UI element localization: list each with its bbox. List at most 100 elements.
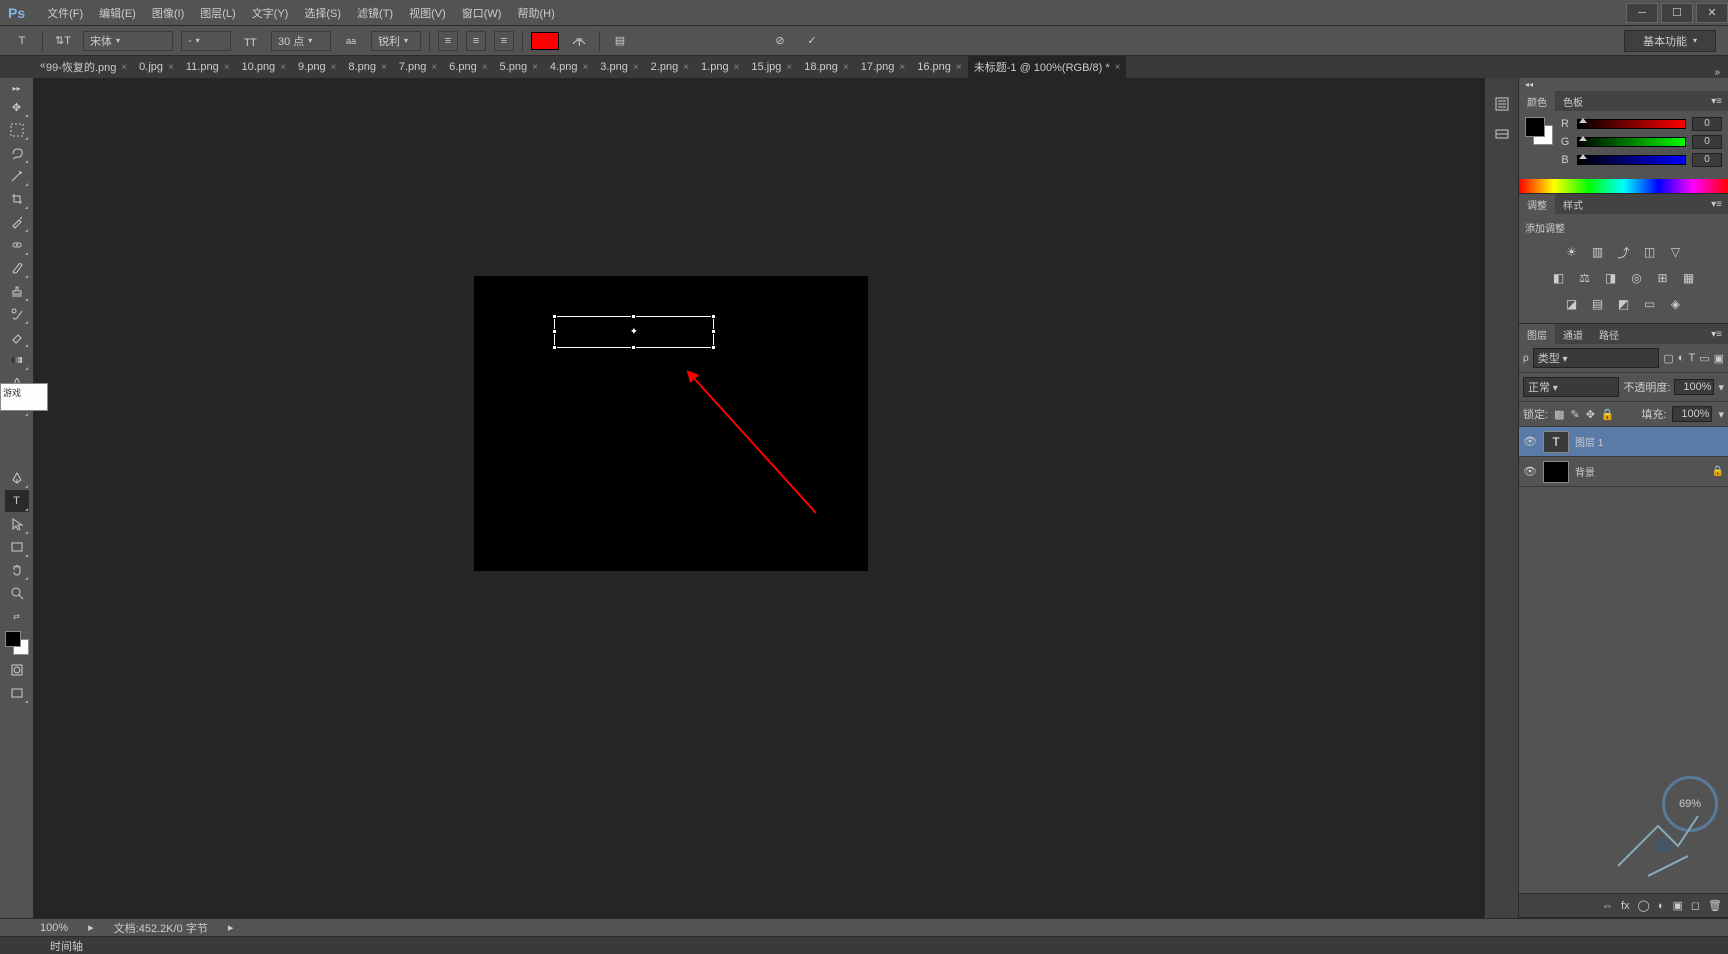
mixer-icon[interactable]: ⊞ — [1654, 269, 1672, 287]
threshold-icon[interactable]: ◩ — [1615, 295, 1633, 313]
fill-flyout[interactable]: ▾ — [1718, 408, 1724, 421]
handle-top-center[interactable] — [631, 314, 636, 319]
layer-item[interactable]: 👁T图层 1 — [1519, 427, 1728, 457]
blend-mode-select[interactable]: 正常 ▾ — [1523, 377, 1619, 397]
tab-close-icon[interactable]: × — [532, 62, 538, 73]
r-slider[interactable] — [1577, 119, 1686, 129]
b-value[interactable]: 0 — [1692, 153, 1722, 167]
menu-image[interactable]: 图像(I) — [144, 5, 192, 21]
minimize-button[interactable]: ─ — [1626, 3, 1658, 23]
screenmode-tool[interactable] — [5, 682, 29, 704]
document-tab[interactable]: 8.png× — [342, 56, 392, 78]
gradient-tool[interactable] — [5, 349, 29, 371]
document-tab[interactable]: 11.png× — [180, 56, 236, 78]
shape-tool[interactable] — [5, 536, 29, 558]
document-tab[interactable]: 17.png× — [855, 56, 912, 78]
filter-type-icon[interactable]: T — [1688, 352, 1695, 364]
tab-channels[interactable]: 通道 — [1555, 324, 1591, 345]
tool-swap-icon[interactable]: ⇄ — [5, 605, 29, 627]
filter-image-icon[interactable]: ▢ — [1663, 352, 1673, 365]
fill-input[interactable]: 100% — [1672, 406, 1712, 422]
toolbox-collapse[interactable]: ▸▸ — [0, 82, 33, 95]
zoom-level[interactable]: 100% — [40, 922, 68, 934]
menu-select[interactable]: 选择(S) — [296, 5, 349, 21]
document-tab[interactable]: 18.png× — [798, 56, 855, 78]
tab-adjustments[interactable]: 调整 — [1519, 194, 1555, 215]
tab-close-icon[interactable]: × — [956, 62, 962, 73]
wand-tool[interactable] — [5, 165, 29, 187]
tab-close-icon[interactable]: × — [786, 62, 792, 73]
font-family-select[interactable]: 宋体▾ — [83, 31, 173, 51]
properties-panel-icon[interactable] — [1490, 122, 1514, 146]
tab-close-icon[interactable]: × — [121, 62, 127, 73]
lookup-icon[interactable]: ▦ — [1680, 269, 1698, 287]
align-center-button[interactable]: ≡ — [466, 31, 486, 51]
selective-icon[interactable]: ◈ — [1667, 295, 1685, 313]
character-panel-icon[interactable]: ▤ — [608, 29, 632, 53]
cancel-icon[interactable]: ⊘ — [768, 29, 792, 53]
history-brush-tool[interactable] — [5, 303, 29, 325]
canvas-area[interactable]: ✦ — [34, 78, 1484, 918]
panels-collapse[interactable]: ◂◂ — [1519, 78, 1728, 91]
eyedropper-tool[interactable] — [5, 211, 29, 233]
brightness-icon[interactable]: ☀ — [1563, 243, 1581, 261]
commit-icon[interactable]: ✓ — [800, 29, 824, 53]
color-preview[interactable] — [1525, 117, 1553, 145]
font-style-select[interactable]: -▾ — [181, 31, 231, 51]
doc-info-flyout[interactable]: ▸ — [228, 921, 234, 934]
menu-view[interactable]: 视图(V) — [401, 5, 454, 21]
handle-bottom-left[interactable] — [552, 345, 557, 350]
eraser-tool[interactable] — [5, 326, 29, 348]
history-panel-icon[interactable] — [1490, 92, 1514, 116]
pen-tool[interactable] — [5, 467, 29, 489]
tab-close-icon[interactable]: × — [224, 62, 230, 73]
menu-layer[interactable]: 图层(L) — [192, 5, 243, 21]
tab-close-icon[interactable]: × — [843, 62, 849, 73]
new-layer-icon[interactable]: ◻ — [1691, 899, 1700, 912]
tab-layers[interactable]: 图层 — [1519, 324, 1555, 345]
tab-close-icon[interactable]: × — [899, 62, 905, 73]
document-tab[interactable]: 15.jpg× — [745, 56, 798, 78]
handle-bottom-right[interactable] — [711, 345, 716, 350]
healing-tool[interactable] — [5, 234, 29, 256]
align-left-button[interactable]: ≡ — [438, 31, 458, 51]
tab-close-icon[interactable]: × — [381, 62, 387, 73]
document-tab[interactable]: 3.png× — [594, 56, 644, 78]
layer-name[interactable]: 背景 — [1575, 464, 1595, 479]
tab-paths[interactable]: 路径 — [1591, 324, 1627, 345]
tab-color[interactable]: 颜色 — [1519, 91, 1555, 112]
document-tab[interactable]: 4.png× — [544, 56, 594, 78]
filter-shape-icon[interactable]: ▭ — [1699, 352, 1709, 365]
gradient-map-icon[interactable]: ▭ — [1641, 295, 1659, 313]
tab-close-icon[interactable]: × — [431, 62, 437, 73]
brush-tool[interactable] — [5, 257, 29, 279]
posterize-icon[interactable]: ▤ — [1589, 295, 1607, 313]
layer-fx-icon[interactable]: fx — [1621, 900, 1630, 912]
invert-icon[interactable]: ◪ — [1563, 295, 1581, 313]
curves-icon[interactable]: ⤴ — [1615, 243, 1633, 261]
tab-close-icon[interactable]: × — [168, 62, 174, 73]
filter-smart-icon[interactable]: ▣ — [1714, 352, 1724, 365]
text-color-swatch[interactable] — [531, 32, 559, 50]
timeline-bar[interactable]: 时间轴 — [0, 936, 1728, 954]
vibrance-icon[interactable]: ▽ — [1667, 243, 1685, 261]
tab-close-icon[interactable]: × — [482, 62, 488, 73]
document-tab[interactable]: 未标题-1 @ 100%(RGB/8) *× — [968, 56, 1127, 78]
document-tab[interactable]: 5.png× — [494, 56, 544, 78]
tab-close-icon[interactable]: × — [582, 62, 588, 73]
adjustments-panel-menu[interactable]: ▾≡ — [1705, 199, 1728, 210]
lock-all-icon[interactable]: 🔒 — [1601, 408, 1615, 421]
photo-filter-icon[interactable]: ◎ — [1628, 269, 1646, 287]
g-slider[interactable] — [1577, 137, 1686, 147]
document-canvas[interactable]: ✦ — [474, 276, 868, 571]
document-tab[interactable]: 2.png× — [645, 56, 695, 78]
delete-layer-icon[interactable]: 🗑 — [1708, 899, 1722, 912]
layer-mask-icon[interactable]: ◯ — [1638, 899, 1650, 912]
exposure-icon[interactable]: ◫ — [1641, 243, 1659, 261]
handle-mid-right[interactable] — [711, 329, 716, 334]
opacity-flyout[interactable]: ▾ — [1718, 381, 1724, 394]
tab-close-icon[interactable]: × — [331, 62, 337, 73]
marquee-tool[interactable] — [5, 119, 29, 141]
handle-bottom-center[interactable] — [631, 345, 636, 350]
layer-name[interactable]: 图层 1 — [1575, 434, 1603, 449]
